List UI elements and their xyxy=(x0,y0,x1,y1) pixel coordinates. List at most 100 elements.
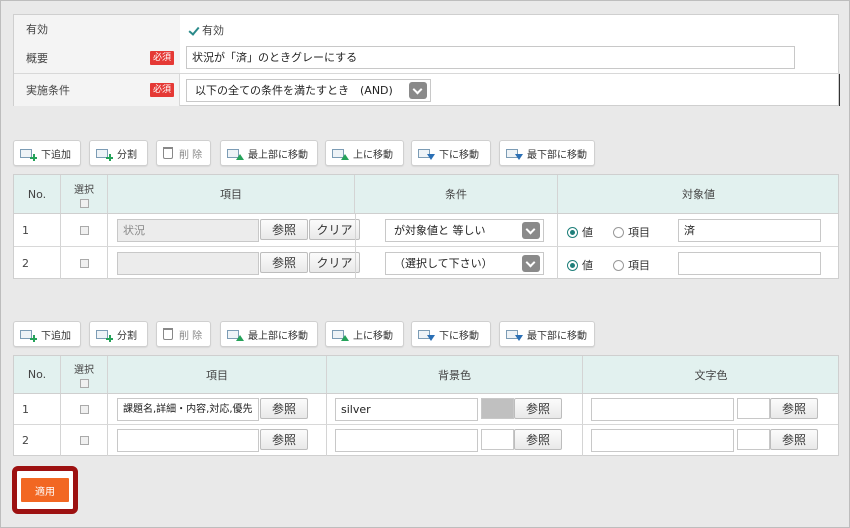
target-input[interactable]: 済 xyxy=(678,219,821,242)
move-bottom-button[interactable]: 最下部に移動 xyxy=(499,140,595,166)
target-input[interactable] xyxy=(678,252,821,275)
radio-item-label: 項目 xyxy=(628,226,650,239)
chevron-down-icon xyxy=(522,255,540,272)
split-label: 分割 xyxy=(117,149,137,161)
table-row: 2 参照 参照 参照 xyxy=(14,425,838,456)
add-below-button[interactable]: 下追加 xyxy=(13,321,81,347)
style-table: No. 選択 項目 背景色 文字色 1 課題名,詳細・内容,対応,優先 参照 s… xyxy=(13,355,839,456)
move-up-icon xyxy=(332,328,349,341)
bg-browse-button[interactable]: 参照 xyxy=(514,398,562,419)
table-row: 2 参照 クリア （選択して下さい） 値 項目 xyxy=(14,247,838,279)
fg-color-swatch xyxy=(737,398,770,419)
delete-button[interactable]: 削 除 xyxy=(156,321,211,347)
radio-item[interactable]: 項目 xyxy=(613,257,650,273)
move-top-icon xyxy=(227,147,244,160)
radio-value[interactable]: 値 xyxy=(567,224,593,240)
move-up-button[interactable]: 上に移動 xyxy=(325,140,404,166)
move-down-label: 下に移動 xyxy=(439,149,479,161)
delete-label: 削 除 xyxy=(179,330,203,342)
condition-label: 実施条件 xyxy=(26,84,70,97)
condition-label-cell: 実施条件 必須 xyxy=(14,74,180,106)
condition-select-value: が対象値と 等しい xyxy=(394,224,486,237)
radio-value-label: 値 xyxy=(582,226,593,239)
item-clear-button[interactable]: クリア xyxy=(309,252,360,273)
select-all-checkbox[interactable] xyxy=(79,198,89,208)
move-top-button[interactable]: 最上部に移動 xyxy=(220,140,318,166)
row-select-checkbox[interactable] xyxy=(79,225,89,235)
fg-browse-button[interactable]: 参照 xyxy=(770,398,818,419)
row-number: 1 xyxy=(14,214,61,246)
move-down-icon xyxy=(418,147,435,160)
radio-item-label: 項目 xyxy=(628,259,650,272)
condition-select[interactable]: が対象値と 等しい xyxy=(385,219,544,242)
summary-row: 概要 必須 状況が「済」のときグレーにする xyxy=(14,42,840,73)
summary-input[interactable]: 状況が「済」のときグレーにする xyxy=(186,46,795,69)
header-item: 項目 xyxy=(108,175,355,213)
item-browse-button[interactable]: 参照 xyxy=(260,429,308,450)
header-select-label: 選択 xyxy=(74,365,94,376)
condition-select[interactable]: （選択して下さい） xyxy=(385,252,544,275)
fg-color-input[interactable] xyxy=(591,429,734,452)
item-clear-button[interactable]: クリア xyxy=(309,219,360,240)
condition-mode-select[interactable]: 以下の全ての条件を満たすとき (AND) xyxy=(186,79,431,102)
bg-browse-button[interactable]: 参照 xyxy=(514,429,562,450)
summary-label-cell: 概要 必須 xyxy=(14,42,180,73)
radio-value-label: 値 xyxy=(582,259,593,272)
split-label: 分割 xyxy=(117,330,137,342)
add-row-icon xyxy=(20,147,37,161)
move-bottom-label: 最下部に移動 xyxy=(527,149,587,161)
move-top-button[interactable]: 最上部に移動 xyxy=(220,321,318,347)
item-input[interactable] xyxy=(117,429,259,452)
move-bottom-button[interactable]: 最下部に移動 xyxy=(499,321,595,347)
fg-color-swatch xyxy=(737,429,770,450)
delete-label: 削 除 xyxy=(179,149,203,161)
row-number: 2 xyxy=(14,425,61,456)
row-select-cell xyxy=(61,394,108,424)
radio-item[interactable]: 項目 xyxy=(613,224,650,240)
move-up-label: 上に移動 xyxy=(353,149,393,161)
fg-browse-button[interactable]: 参照 xyxy=(770,429,818,450)
move-top-icon xyxy=(227,328,244,341)
row-select-checkbox[interactable] xyxy=(79,258,89,268)
radio-value[interactable]: 値 xyxy=(567,257,593,273)
condition-table-header: No. 選択 項目 条件 対象値 xyxy=(14,175,838,214)
move-top-label: 最上部に移動 xyxy=(248,149,308,161)
radio-on-icon xyxy=(567,259,578,271)
split-button[interactable]: 分割 xyxy=(89,140,148,166)
item-input[interactable] xyxy=(117,252,259,275)
header-bg: 背景色 xyxy=(327,356,583,393)
item-browse-button[interactable]: 参照 xyxy=(260,219,308,240)
move-bottom-icon xyxy=(506,147,523,160)
split-icon xyxy=(96,147,113,161)
fg-color-input[interactable] xyxy=(591,398,734,421)
row-select-checkbox[interactable] xyxy=(79,436,89,445)
bg-color-swatch xyxy=(481,398,514,419)
move-down-button[interactable]: 下に移動 xyxy=(411,321,491,347)
delete-button[interactable]: 削 除 xyxy=(156,140,211,166)
condition-mode-value: 以下の全ての条件を満たすとき (AND) xyxy=(195,84,393,97)
row-number: 1 xyxy=(14,394,61,424)
trash-icon xyxy=(163,328,173,340)
add-below-label: 下追加 xyxy=(41,149,71,161)
bg-color-input[interactable]: silver xyxy=(335,398,478,421)
row-select-cell xyxy=(61,214,108,246)
enabled-checkbox-label: 有効 xyxy=(202,24,224,37)
add-below-button[interactable]: 下追加 xyxy=(13,140,81,166)
bg-color-input[interactable] xyxy=(335,429,478,452)
move-down-button[interactable]: 下に移動 xyxy=(411,140,491,166)
condition-row: 実施条件 必須 以下の全ての条件を満たすとき (AND) xyxy=(14,73,840,106)
item-input[interactable]: 状況 xyxy=(117,219,259,242)
enabled-checkbox[interactable]: 有効 xyxy=(188,22,224,38)
row-select-checkbox[interactable] xyxy=(79,404,89,414)
move-up-button[interactable]: 上に移動 xyxy=(325,321,404,347)
item-browse-button[interactable]: 参照 xyxy=(260,398,308,419)
apply-button[interactable]: 適用 xyxy=(21,478,69,502)
radio-off-icon xyxy=(613,259,624,271)
select-all-checkbox[interactable] xyxy=(79,379,89,388)
header-fg: 文字色 xyxy=(694,368,728,382)
chevron-down-icon xyxy=(409,82,427,99)
header-target: 対象値 xyxy=(682,188,715,201)
split-button[interactable]: 分割 xyxy=(89,321,148,347)
item-input[interactable]: 課題名,詳細・内容,対応,優先 xyxy=(117,398,259,421)
item-browse-button[interactable]: 参照 xyxy=(260,252,308,273)
